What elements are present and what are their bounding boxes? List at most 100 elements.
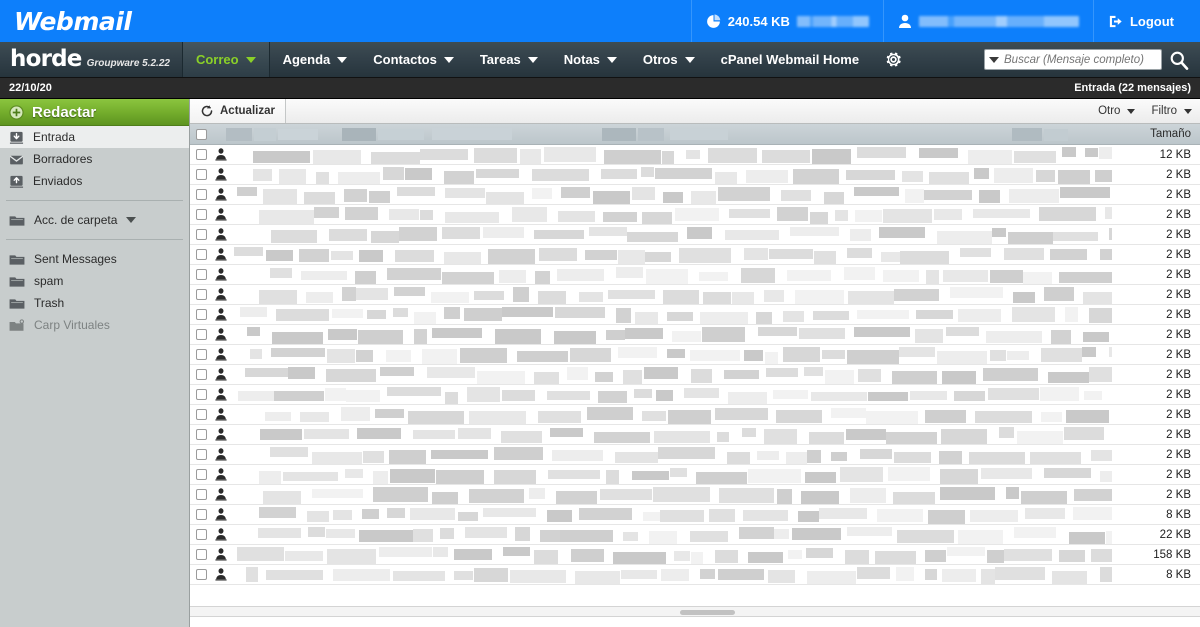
horde-brand[interactable]: horde Groupware 5.2.22 <box>0 42 182 77</box>
row-checkbox-cell[interactable] <box>190 389 212 400</box>
sidebar-item-enviados[interactable]: Enviados <box>0 170 189 192</box>
sidebar-item-borradores[interactable]: Borradores <box>0 148 189 170</box>
table-row[interactable]: 2 KB <box>190 265 1200 285</box>
select-all-checkbox-cell[interactable] <box>190 128 212 140</box>
table-row[interactable]: 2 KB <box>190 445 1200 465</box>
blurred-message-content[interactable] <box>230 145 1112 164</box>
table-row[interactable]: 2 KB <box>190 225 1200 245</box>
table-row[interactable]: 8 KB <box>190 505 1200 525</box>
logout-button[interactable]: Logout <box>1092 0 1188 42</box>
row-checkbox[interactable] <box>195 489 207 500</box>
row-checkbox[interactable] <box>195 189 207 200</box>
row-checkbox[interactable] <box>195 469 207 480</box>
row-checkbox[interactable] <box>195 209 207 220</box>
row-checkbox-cell[interactable] <box>190 329 212 340</box>
row-checkbox-cell[interactable] <box>190 369 212 380</box>
chevron-down-icon[interactable] <box>989 56 999 63</box>
blurred-message-content[interactable] <box>230 385 1112 404</box>
blurred-message-content[interactable] <box>230 205 1112 224</box>
row-checkbox-cell[interactable] <box>190 289 212 300</box>
table-row[interactable]: 2 KB <box>190 165 1200 185</box>
row-checkbox[interactable] <box>195 449 207 460</box>
blurred-message-content[interactable] <box>230 545 1112 564</box>
blurred-message-content[interactable] <box>230 485 1112 504</box>
row-checkbox-cell[interactable] <box>190 449 212 460</box>
sidebar-folder-actions[interactable]: Acc. de carpeta <box>0 209 189 231</box>
column-headers-blurred[interactable] <box>212 124 1112 144</box>
scrollbar-thumb[interactable] <box>680 610 735 615</box>
row-checkbox-cell[interactable] <box>190 349 212 360</box>
nav-item-otros[interactable]: Otros <box>630 42 708 77</box>
row-checkbox[interactable] <box>195 389 207 400</box>
other-menu[interactable]: Otro <box>1098 105 1136 117</box>
sidebar-folder-spam[interactable]: spam <box>0 270 189 292</box>
table-row[interactable]: 12 KB <box>190 145 1200 165</box>
table-row[interactable]: 2 KB <box>190 205 1200 225</box>
row-checkbox-cell[interactable] <box>190 309 212 320</box>
sidebar-item-entrada[interactable]: Entrada <box>0 126 189 148</box>
blurred-message-content[interactable] <box>230 465 1112 484</box>
blurred-message-content[interactable] <box>230 245 1112 264</box>
row-checkbox[interactable] <box>195 349 207 360</box>
blurred-message-content[interactable] <box>230 185 1112 204</box>
blurred-message-content[interactable] <box>230 345 1112 364</box>
blurred-message-content[interactable] <box>230 505 1112 524</box>
row-checkbox[interactable] <box>195 569 207 580</box>
table-row[interactable]: 2 KB <box>190 345 1200 365</box>
row-checkbox[interactable] <box>195 529 207 540</box>
blurred-message-content[interactable] <box>230 285 1112 304</box>
table-row[interactable]: 2 KB <box>190 405 1200 425</box>
table-row[interactable]: 2 KB <box>190 285 1200 305</box>
sidebar-folder-carp-virtuales[interactable]: Carp Virtuales <box>0 314 189 336</box>
row-checkbox[interactable] <box>195 429 207 440</box>
row-checkbox-cell[interactable] <box>190 209 212 220</box>
filter-menu[interactable]: Filtro <box>1151 105 1192 117</box>
blurred-message-content[interactable] <box>230 445 1112 464</box>
table-row[interactable]: 22 KB <box>190 525 1200 545</box>
table-row[interactable]: 2 KB <box>190 325 1200 345</box>
table-row[interactable]: 2 KB <box>190 245 1200 265</box>
row-checkbox[interactable] <box>195 169 207 180</box>
row-checkbox-cell[interactable] <box>190 489 212 500</box>
row-checkbox[interactable] <box>195 249 207 260</box>
nav-item-tareas[interactable]: Tareas <box>467 42 551 77</box>
nav-item-notas[interactable]: Notas <box>551 42 630 77</box>
table-row[interactable]: 2 KB <box>190 385 1200 405</box>
nav-item-correo[interactable]: Correo <box>181 42 270 77</box>
search-box[interactable] <box>984 49 1162 70</box>
horizontal-scrollbar[interactable] <box>190 606 1200 617</box>
row-checkbox-cell[interactable] <box>190 529 212 540</box>
row-checkbox[interactable] <box>195 329 207 340</box>
row-checkbox[interactable] <box>195 369 207 380</box>
nav-item-agenda[interactable]: Agenda <box>270 42 361 77</box>
size-column-header[interactable]: Tamaño <box>1112 128 1200 140</box>
row-checkbox-cell[interactable] <box>190 169 212 180</box>
blurred-message-content[interactable] <box>230 525 1112 544</box>
row-checkbox-cell[interactable] <box>190 149 212 160</box>
blurred-message-content[interactable] <box>230 565 1112 584</box>
row-checkbox-cell[interactable] <box>190 549 212 560</box>
row-checkbox-cell[interactable] <box>190 429 212 440</box>
row-checkbox-cell[interactable] <box>190 249 212 260</box>
blurred-message-content[interactable] <box>230 405 1112 424</box>
table-row[interactable]: 158 KB <box>190 545 1200 565</box>
refresh-button[interactable]: Actualizar <box>190 99 286 123</box>
row-checkbox-cell[interactable] <box>190 469 212 480</box>
row-checkbox[interactable] <box>195 309 207 320</box>
table-row[interactable]: 8 KB <box>190 565 1200 585</box>
table-row[interactable]: 2 KB <box>190 465 1200 485</box>
settings-button[interactable] <box>872 42 915 77</box>
nav-item-cpanel-webmail-home[interactable]: cPanel Webmail Home <box>708 42 872 77</box>
table-row[interactable]: 2 KB <box>190 485 1200 505</box>
table-row[interactable]: 2 KB <box>190 185 1200 205</box>
row-checkbox[interactable] <box>195 549 207 560</box>
row-checkbox[interactable] <box>195 269 207 280</box>
blurred-message-content[interactable] <box>230 325 1112 344</box>
row-checkbox-cell[interactable] <box>190 229 212 240</box>
row-checkbox[interactable] <box>195 289 207 300</box>
row-checkbox[interactable] <box>195 409 207 420</box>
row-checkbox-cell[interactable] <box>190 189 212 200</box>
table-row[interactable]: 2 KB <box>190 365 1200 385</box>
nav-item-contactos[interactable]: Contactos <box>360 42 467 77</box>
row-checkbox-cell[interactable] <box>190 409 212 420</box>
